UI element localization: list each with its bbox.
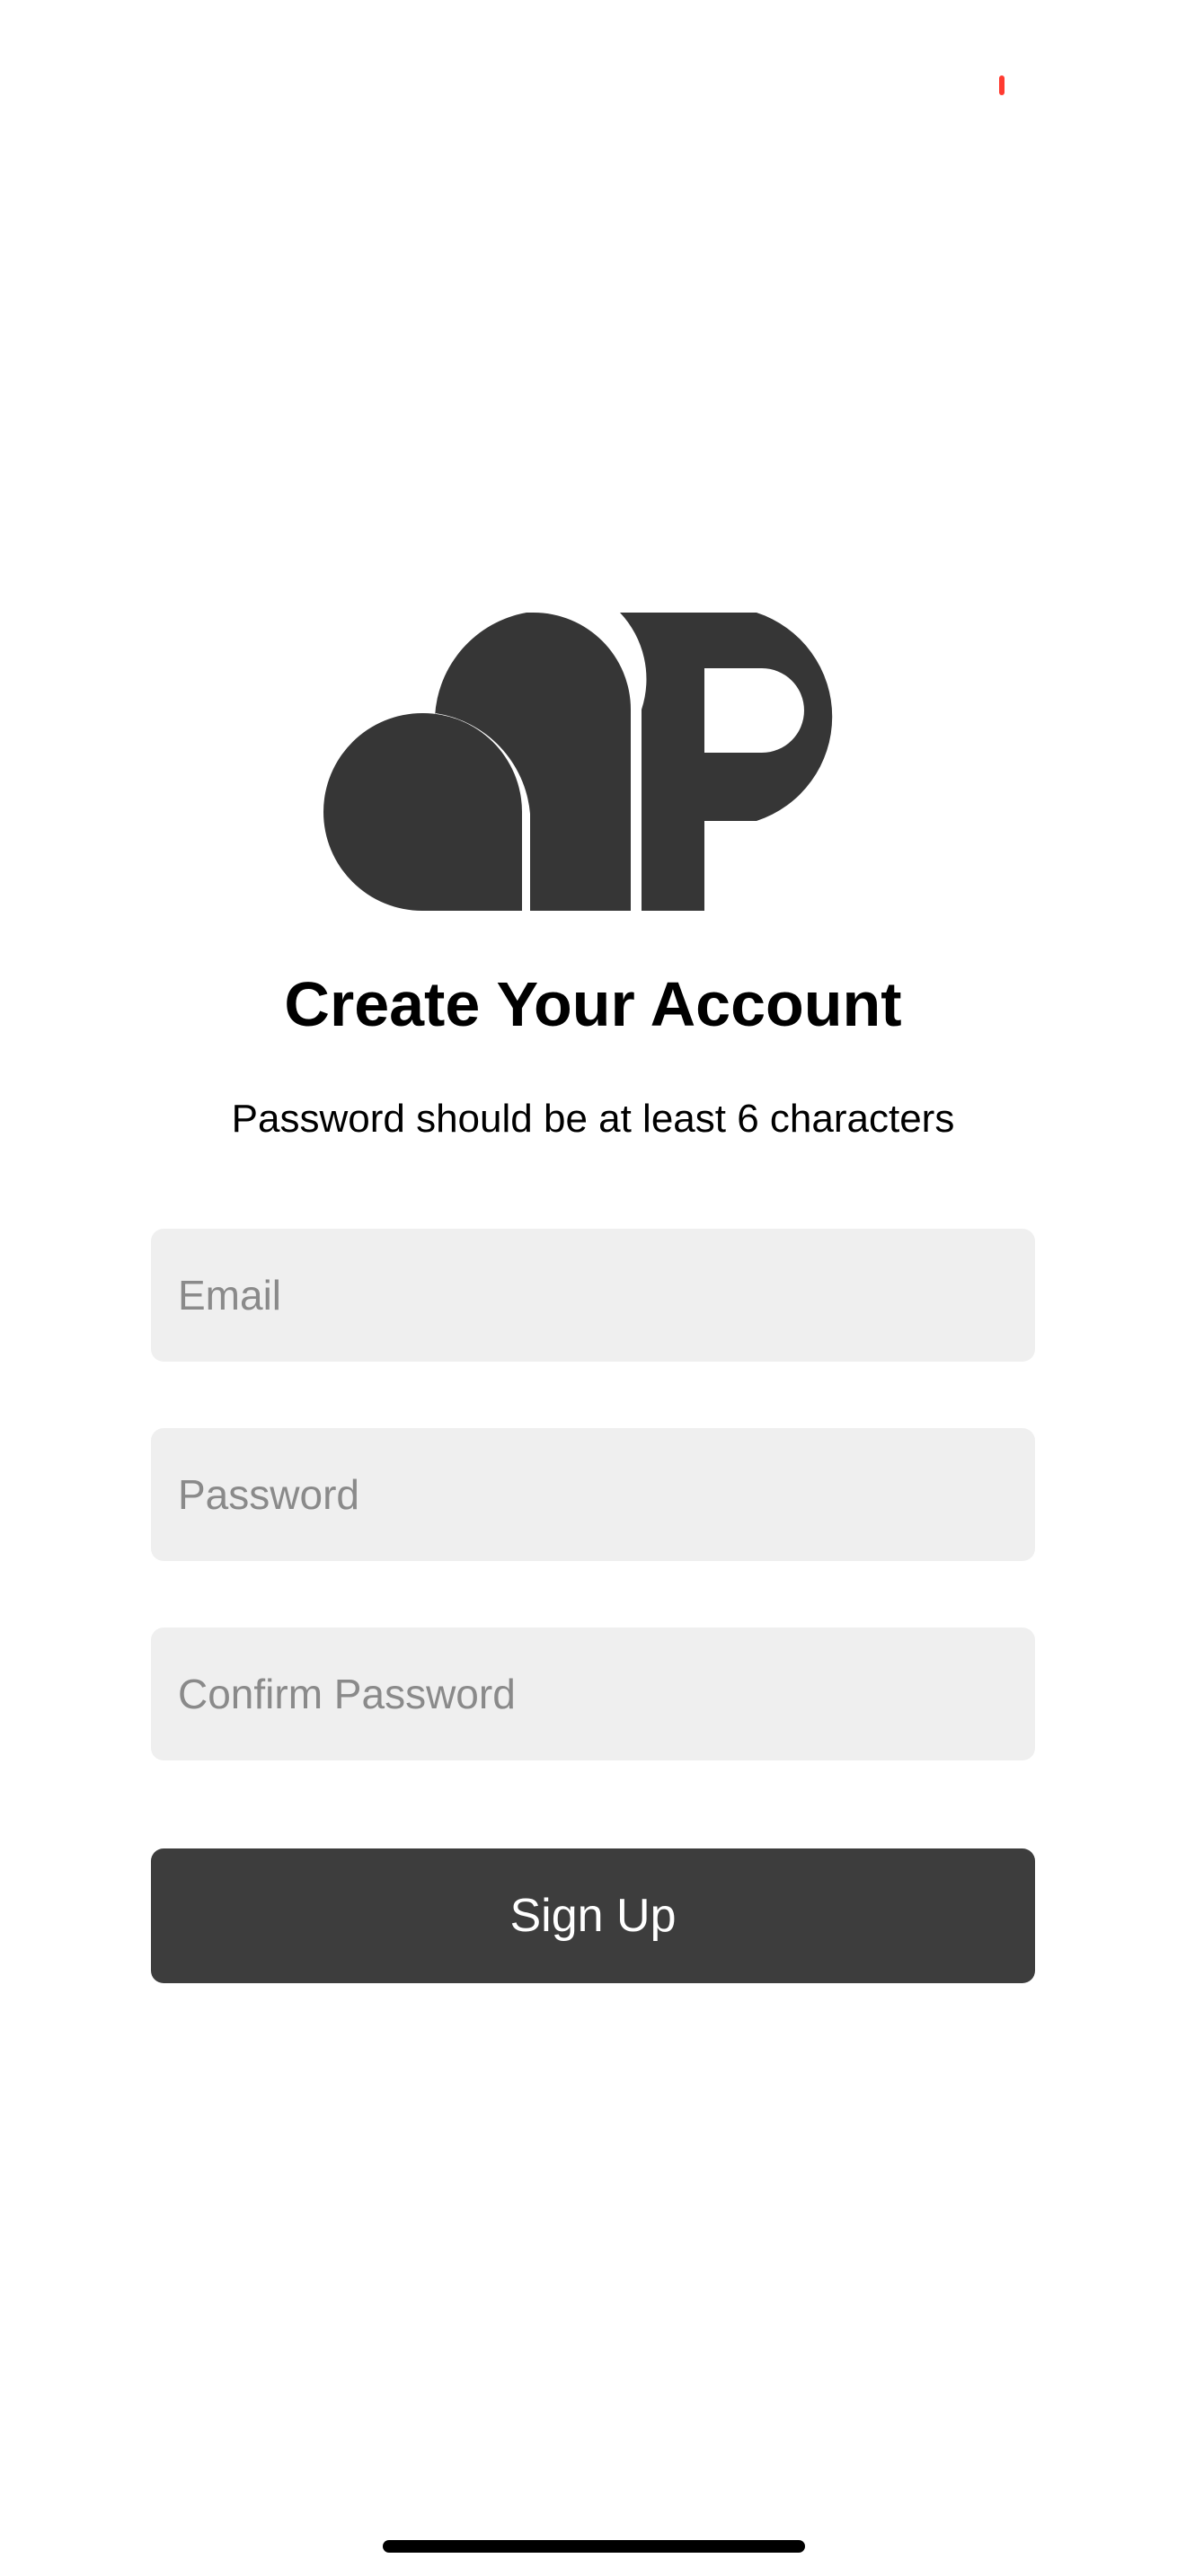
logo-lobe-small <box>323 712 522 911</box>
sign-up-button[interactable]: Sign Up <box>151 1848 1035 1983</box>
password-field[interactable] <box>151 1428 1035 1561</box>
app-logo-icon <box>323 613 833 911</box>
recording-indicator <box>999 75 1005 95</box>
confirm-password-field[interactable] <box>151 1628 1035 1760</box>
app-logo <box>323 613 864 911</box>
home-indicator[interactable] <box>383 2540 805 2553</box>
page-title: Create Your Account <box>284 969 902 1039</box>
email-field[interactable] <box>151 1229 1035 1362</box>
password-hint: Password should be at least 6 characters <box>231 1097 955 1141</box>
logo-letter-p <box>620 613 833 911</box>
